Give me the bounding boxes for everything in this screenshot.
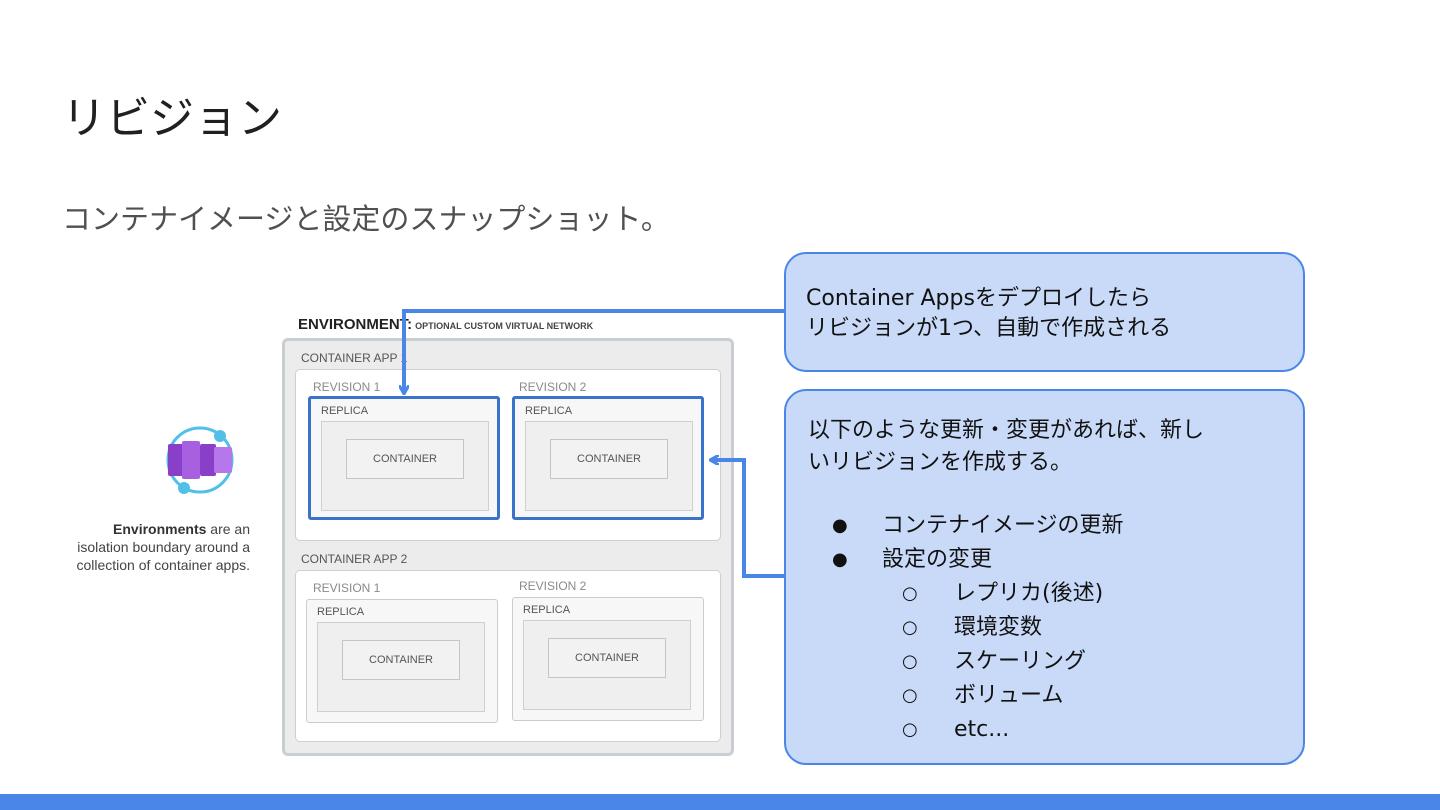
sub-bullet-text: スケーリング (954, 649, 1087, 674)
container-box: CONTAINER (342, 640, 460, 680)
sub-bullet-item: ○ レプリカ(後述) (808, 577, 1303, 611)
revision-label: REVISION 2 (519, 380, 587, 394)
replica-label: REPLICA (525, 405, 573, 417)
environment-subtitle: OPTIONAL CUSTOM VIRTUAL NETWORK (415, 321, 594, 331)
slide-title: リビジョン (62, 93, 282, 144)
environment-label: ENVIRONMENT: OPTIONAL CUSTOM VIRTUAL NETW… (298, 316, 593, 334)
environment-diagram: ENVIRONMENT: OPTIONAL CUSTOM VIRTUAL NETW… (280, 312, 740, 757)
container-app-label: CONTAINER APP 1 (301, 351, 408, 365)
replica-box: CONTAINER (317, 622, 485, 712)
callout-paragraph-line: 以下のような更新・変更があれば、新し (808, 418, 1205, 443)
sub-bullet-item: ○ スケーリング (808, 645, 1303, 679)
caption-bold: Environments (113, 521, 207, 537)
callout-paragraph-line: いリビジョンを作成する。 (808, 450, 1073, 475)
environment-box: CONTAINER APP 1 REVISION 1 REPLICA CONTA… (282, 338, 734, 756)
footer-accent-bar (0, 794, 1440, 810)
slide-subtitle: コンテナイメージと設定のスナップショット。 (62, 202, 670, 236)
bullet-text: コンテナイメージの更新 (882, 513, 1124, 538)
callout-initial-revision: Container Appsをデプロイしたら リビジョンが1つ、自動で作成される (784, 252, 1305, 372)
sub-bullet-text: レプリカ(後述) (954, 581, 1104, 606)
replica-label: REPLICA (321, 405, 369, 417)
bullet-dot-icon: ● (832, 549, 848, 570)
sub-bullet-item: ○ ボリューム (808, 679, 1303, 713)
bullet-text: 設定の変更 (882, 547, 993, 572)
sub-bullet-text: 環境変数 (954, 615, 1043, 640)
callout-line: リビジョンが1つ、自動で作成される (806, 316, 1172, 341)
bullet-circle-icon: ○ (902, 685, 918, 706)
revision-box: REPLICA CONTAINER (512, 396, 704, 520)
container-app-box: REVISION 1 REPLICA CONTAINER REVISION 2 … (295, 369, 721, 541)
revision-box: REPLICA CONTAINER (306, 599, 498, 723)
revision-box: REPLICA CONTAINER (512, 597, 704, 721)
sub-bullet-text: etc... (954, 717, 1010, 742)
container-app-box: REVISION 1 REPLICA CONTAINER REVISION 2 … (295, 570, 721, 742)
replica-label: REPLICA (317, 606, 365, 618)
sub-bullet-item: ○ etc... (808, 713, 1303, 747)
revision-label: REVISION 2 (519, 579, 587, 593)
replica-box: CONTAINER (523, 620, 691, 710)
bullet-circle-icon: ○ (902, 617, 918, 638)
sub-bullet-item: ○ 環境変数 (808, 611, 1303, 645)
replica-label: REPLICA (523, 604, 571, 616)
replica-box: CONTAINER (321, 421, 489, 511)
revision-box: REPLICA CONTAINER (308, 396, 500, 520)
sub-bullet-text: ボリューム (954, 683, 1064, 708)
bullet-dot-icon: ● (832, 515, 848, 536)
bullet-item: ● 設定の変更 (808, 543, 1303, 577)
revision-label: REVISION 1 (313, 581, 381, 595)
bullet-circle-icon: ○ (902, 651, 918, 672)
bullet-circle-icon: ○ (902, 583, 918, 604)
container-box: CONTAINER (346, 439, 464, 479)
container-app-label: CONTAINER APP 2 (301, 552, 408, 566)
container-box: CONTAINER (550, 439, 668, 479)
bullet-item: ● コンテナイメージの更新 (808, 509, 1303, 543)
callout-new-revision: 以下のような更新・変更があれば、新し いリビジョンを作成する。 ● コンテナイメー… (784, 389, 1305, 765)
replica-box: CONTAINER (525, 421, 693, 511)
environment-title: ENVIRONMENT: (298, 316, 413, 333)
callout-line: Container Appsをデプロイしたら (806, 286, 1151, 311)
container-box: CONTAINER (548, 638, 666, 678)
bullet-circle-icon: ○ (902, 719, 918, 740)
container-apps-environment-icon (166, 426, 234, 494)
revision-label: REVISION 1 (313, 380, 381, 394)
environment-caption: Environments are an isolation boundary a… (70, 520, 250, 574)
